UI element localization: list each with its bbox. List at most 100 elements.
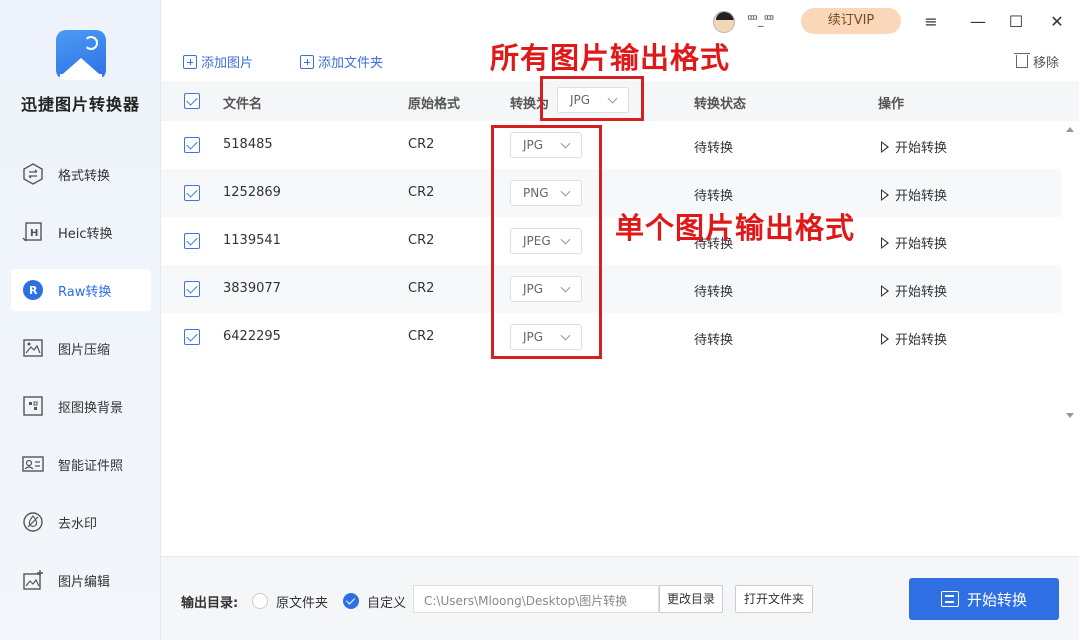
start-convert-button[interactable]: 开始转换 <box>909 578 1059 620</box>
play-icon <box>881 333 889 345</box>
row-start-label: 开始转换 <box>895 189 948 204</box>
sidebar-nav: 格式转换 H Heic转换 R Raw转换 图片压缩 抠图换背景 智能证件照 去… <box>11 153 151 617</box>
header-status: 转换状态 <box>694 97 747 112</box>
row-checkbox[interactable] <box>184 329 200 345</box>
table-row[interactable]: 518485 CR2 JPG 待转换 开始转换 <box>161 121 1061 169</box>
sidebar-item-format-convert[interactable]: 格式转换 <box>11 153 151 195</box>
row-start-button[interactable]: 开始转换 <box>881 137 947 156</box>
scroll-down-arrow-icon[interactable] <box>1066 413 1074 418</box>
radio-custom-label[interactable]: 自定义 <box>367 592 406 611</box>
sidebar-item-id-photo[interactable]: 智能证件照 <box>11 443 151 485</box>
row-original-format: CR2 <box>408 185 435 200</box>
change-dir-button[interactable]: 更改目录 <box>659 585 723 613</box>
svg-text:H: H <box>30 228 38 239</box>
select-all-checkbox[interactable] <box>184 93 200 109</box>
play-icon <box>881 189 889 201</box>
format-convert-icon <box>21 162 45 186</box>
sidebar-item-image-edit[interactable]: 图片编辑 <box>11 559 151 601</box>
minimize-icon[interactable]: — <box>967 10 989 32</box>
renew-vip-button[interactable]: 续订VIP <box>801 8 901 34</box>
radio-original-folder-label[interactable]: 原文件夹 <box>276 592 328 611</box>
row-start-button[interactable]: 开始转换 <box>881 281 947 300</box>
convert-icon <box>940 591 959 607</box>
svg-text:R: R <box>29 284 38 297</box>
sidebar: 迅捷图片转换器 格式转换 H Heic转换 R Raw转换 图片压缩 抠图换背景… <box>0 0 161 640</box>
row-checkbox[interactable] <box>184 185 200 201</box>
output-dir-label: 输出目录: <box>181 596 239 611</box>
row-filename: 6422295 <box>223 329 281 344</box>
start-convert-label: 开始转换 <box>966 590 1027 609</box>
sidebar-item-heic[interactable]: H Heic转换 <box>11 211 151 253</box>
radio-original-folder[interactable] <box>252 593 268 609</box>
row-status: 待转换 <box>694 285 734 300</box>
row-start-label: 开始转换 <box>895 333 948 348</box>
play-icon <box>881 285 889 297</box>
app-name: 迅捷图片转换器 <box>20 95 140 114</box>
open-folder-button[interactable]: 打开文件夹 <box>735 585 813 613</box>
sidebar-item-label: 智能证件照 <box>58 458 124 474</box>
row-start-label: 开始转换 <box>895 141 948 156</box>
row-checkbox[interactable] <box>184 137 200 153</box>
row-status: 待转换 <box>694 189 734 204</box>
sidebar-item-label: Raw转换 <box>58 284 112 300</box>
row-filename: 518485 <box>223 137 273 152</box>
output-bar: 输出目录: 原文件夹 自定义 C:\Users\Mloong\Desktop\图… <box>161 556 1079 640</box>
header-original-format: 原始格式 <box>408 97 461 112</box>
username[interactable]: 罒_罒 <box>747 12 775 28</box>
annotation-box-row-formats <box>491 125 602 359</box>
sidebar-item-label: 图片编辑 <box>58 574 111 590</box>
header-action: 操作 <box>878 97 905 112</box>
radio-custom[interactable] <box>343 593 359 609</box>
scroll-up-arrow-icon[interactable] <box>1066 127 1074 132</box>
add-image-button[interactable]: 添加图片 <box>183 52 253 71</box>
maximize-icon[interactable]: ☐ <box>1005 10 1027 32</box>
sidebar-item-label: Heic转换 <box>58 226 113 242</box>
cutout-icon <box>21 394 45 418</box>
row-filename: 1252869 <box>223 185 281 200</box>
heic-icon: H <box>21 220 45 244</box>
row-original-format: CR2 <box>408 329 435 344</box>
add-folder-label: 添加文件夹 <box>318 56 384 71</box>
sidebar-item-watermark[interactable]: 去水印 <box>11 501 151 543</box>
table-row[interactable]: 3839077 CR2 JPG 待转换 开始转换 <box>161 265 1061 313</box>
image-edit-icon <box>21 568 45 592</box>
annotation-box-global-format <box>540 76 644 121</box>
table-row[interactable]: 6422295 CR2 JPG 待转换 开始转换 <box>161 313 1061 361</box>
remove-label: 移除 <box>1033 56 1060 71</box>
row-start-button[interactable]: 开始转换 <box>881 329 947 348</box>
trash-icon <box>1014 53 1030 68</box>
sidebar-item-raw[interactable]: R Raw转换 <box>11 269 151 311</box>
add-image-icon <box>183 54 197 69</box>
sidebar-item-label: 抠图换背景 <box>58 400 124 416</box>
annotation-single-format: 单个图片输出格式 <box>615 211 856 245</box>
remove-button[interactable]: 移除 <box>1014 52 1060 71</box>
row-status: 待转换 <box>694 333 734 348</box>
app-logo-icon <box>56 30 106 80</box>
add-folder-button[interactable]: 添加文件夹 <box>300 52 383 71</box>
id-photo-icon <box>21 452 45 476</box>
add-image-label: 添加图片 <box>201 56 254 71</box>
sidebar-item-label: 去水印 <box>58 516 98 532</box>
table-row[interactable]: 1252869 CR2 PNG 待转换 开始转换 <box>161 169 1061 217</box>
avatar[interactable] <box>713 11 735 33</box>
raw-icon: R <box>21 278 45 302</box>
row-checkbox[interactable] <box>184 281 200 297</box>
row-original-format: CR2 <box>408 233 435 248</box>
output-path-input[interactable]: C:\Users\Mloong\Desktop\图片转换 <box>413 585 659 613</box>
sidebar-item-cutout[interactable]: 抠图换背景 <box>11 385 151 427</box>
sidebar-item-compress[interactable]: 图片压缩 <box>11 327 151 369</box>
row-start-label: 开始转换 <box>895 285 948 300</box>
table-row[interactable]: 1139541 CR2 JPEG 待转换 开始转换 <box>161 217 1061 265</box>
row-start-button[interactable]: 开始转换 <box>881 233 947 252</box>
sidebar-item-label: 图片压缩 <box>58 342 111 358</box>
row-original-format: CR2 <box>408 281 435 296</box>
sidebar-item-label: 格式转换 <box>58 168 111 184</box>
menu-icon[interactable]: ≡ <box>920 10 942 32</box>
play-icon <box>881 141 889 153</box>
row-filename: 3839077 <box>223 281 281 296</box>
close-icon[interactable]: ✕ <box>1046 10 1068 32</box>
row-start-button[interactable]: 开始转换 <box>881 185 947 204</box>
row-checkbox[interactable] <box>184 233 200 249</box>
header-filename: 文件名 <box>223 97 263 112</box>
play-icon <box>881 237 889 249</box>
